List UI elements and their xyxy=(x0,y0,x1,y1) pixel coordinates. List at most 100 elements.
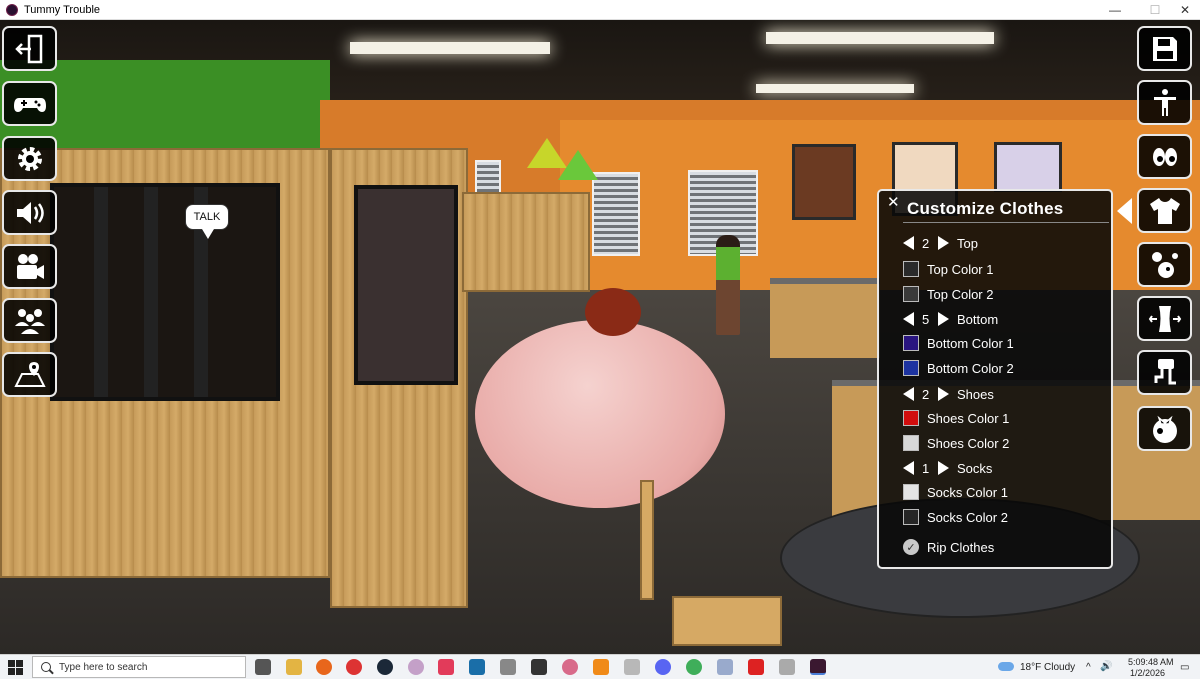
previous-arrow-icon[interactable] xyxy=(903,236,914,250)
npc-employee[interactable] xyxy=(716,235,740,335)
top-color-2-row[interactable]: Top Color 2 xyxy=(903,284,993,304)
app-icon[interactable] xyxy=(562,659,578,675)
tray-chevron-icon[interactable]: ^ xyxy=(1086,662,1091,673)
booth-window xyxy=(50,183,280,401)
unity-icon[interactable] xyxy=(531,659,547,675)
next-arrow-icon[interactable] xyxy=(938,312,949,326)
face-button[interactable] xyxy=(1137,134,1192,179)
steam-icon[interactable] xyxy=(377,659,393,675)
characters-button[interactable] xyxy=(2,298,57,343)
media-player-icon[interactable] xyxy=(624,659,640,675)
color-swatch[interactable] xyxy=(903,509,919,525)
weather-text[interactable]: 18°F Cloudy xyxy=(1020,662,1075,673)
close-window-button[interactable]: ✕ xyxy=(1165,0,1200,20)
rip-clothes-toggle[interactable]: ✓ Rip Clothes xyxy=(903,537,994,557)
notification-icon[interactable]: ▭ xyxy=(1180,662,1189,673)
character-head[interactable] xyxy=(585,288,641,336)
discord-icon[interactable] xyxy=(655,659,671,675)
top-color-1-row[interactable]: Top Color 1 xyxy=(903,259,993,279)
shoes-color-2-row[interactable]: Shoes Color 2 xyxy=(903,433,1009,453)
color-swatch[interactable] xyxy=(903,261,919,277)
socks-color-2-row[interactable]: Socks Color 2 xyxy=(903,507,1008,527)
inflate-button[interactable] xyxy=(1137,242,1192,287)
color-swatch[interactable] xyxy=(903,410,919,426)
chair-back xyxy=(640,480,654,600)
next-arrow-icon[interactable] xyxy=(938,236,949,250)
top-color-1-label: Top Color 1 xyxy=(927,261,994,277)
color-swatch[interactable] xyxy=(903,435,919,451)
character-belly[interactable] xyxy=(475,320,725,508)
task-view-icon[interactable] xyxy=(255,659,271,675)
firefox-icon[interactable] xyxy=(316,659,332,675)
top-color-2-label: Top Color 2 xyxy=(927,286,994,302)
food-button[interactable] xyxy=(1137,406,1192,451)
previous-arrow-icon[interactable] xyxy=(903,312,914,326)
save-button[interactable] xyxy=(1137,26,1192,71)
top-label: Top xyxy=(957,235,978,251)
app-icon[interactable] xyxy=(748,659,764,675)
app-icon[interactable] xyxy=(408,659,424,675)
app-icon[interactable] xyxy=(686,659,702,675)
next-arrow-icon[interactable] xyxy=(938,461,949,475)
app-icon[interactable] xyxy=(717,659,733,675)
color-swatch[interactable] xyxy=(903,484,919,500)
previous-arrow-icon[interactable] xyxy=(903,387,914,401)
close-panel-button[interactable]: ✕ xyxy=(887,193,900,211)
pump-button[interactable] xyxy=(1137,350,1192,395)
rip-clothes-label: Rip Clothes xyxy=(927,539,995,555)
color-swatch[interactable] xyxy=(903,286,919,302)
chair xyxy=(672,596,782,646)
file-explorer-icon[interactable] xyxy=(286,659,302,675)
shoes-color-2-label: Shoes Color 2 xyxy=(927,435,1010,451)
tummy-trouble-taskbar-icon[interactable] xyxy=(810,659,826,675)
exit-button[interactable] xyxy=(2,26,57,71)
shirt-icon xyxy=(1149,197,1180,224)
shoes-color-1-row[interactable]: Shoes Color 1 xyxy=(903,408,1009,428)
clock-date[interactable]: 1/2/2026 xyxy=(1130,668,1165,678)
app-icon[interactable] xyxy=(469,659,485,675)
pipe-icon xyxy=(1154,358,1176,384)
cloud-icon xyxy=(998,662,1014,671)
previous-arrow-icon[interactable] xyxy=(903,461,914,475)
map-icon xyxy=(13,361,46,387)
socks-color-1-row[interactable]: Socks Color 1 xyxy=(903,482,1008,502)
minimize-button[interactable]: — xyxy=(1095,0,1135,20)
body-button[interactable] xyxy=(1137,80,1192,125)
settings-button[interactable] xyxy=(2,136,57,181)
talk-label: TALK xyxy=(193,211,221,223)
clothes-button[interactable] xyxy=(1137,188,1192,233)
eyes-icon xyxy=(1152,147,1177,166)
chrome-icon[interactable] xyxy=(346,659,362,675)
pendant-lamp xyxy=(558,150,598,180)
color-swatch[interactable] xyxy=(903,360,919,376)
camera-button[interactable] xyxy=(2,244,57,289)
checkmark-icon[interactable]: ✓ xyxy=(903,539,919,555)
clock-time[interactable]: 5:09:48 AM xyxy=(1128,657,1174,667)
shoes-selector: 2 Shoes xyxy=(903,384,994,404)
ceiling-light xyxy=(756,84,914,93)
monitor-icon[interactable] xyxy=(500,659,516,675)
group-icon xyxy=(14,308,45,334)
app-icon[interactable] xyxy=(779,659,795,675)
bottom-color-2-row[interactable]: Bottom Color 2 xyxy=(903,358,1014,378)
title-underline xyxy=(903,222,1109,223)
bottom-selector: 5 Bottom xyxy=(903,309,998,329)
sound-button[interactable] xyxy=(2,190,57,235)
top-value: 2 xyxy=(922,235,930,251)
windows-start-icon[interactable] xyxy=(8,660,24,676)
next-arrow-icon[interactable] xyxy=(938,387,949,401)
waist-button[interactable] xyxy=(1137,296,1192,341)
controls-button[interactable] xyxy=(2,81,57,126)
speaker-tray-icon[interactable]: 🔊 xyxy=(1100,661,1112,672)
talk-bubble[interactable]: TALK xyxy=(185,204,229,239)
map-button[interactable] xyxy=(2,352,57,397)
bottom-color-1-row[interactable]: Bottom Color 1 xyxy=(903,333,1014,353)
search-icon xyxy=(41,662,51,672)
app-icon[interactable] xyxy=(438,659,454,675)
color-swatch[interactable] xyxy=(903,335,919,351)
bottom-color-1-label: Bottom Color 1 xyxy=(927,335,1014,351)
vlc-icon[interactable] xyxy=(593,659,609,675)
socks-value: 1 xyxy=(922,460,930,476)
taskbar-search-box[interactable]: Type here to search xyxy=(32,656,246,678)
ceiling-light xyxy=(766,32,994,44)
